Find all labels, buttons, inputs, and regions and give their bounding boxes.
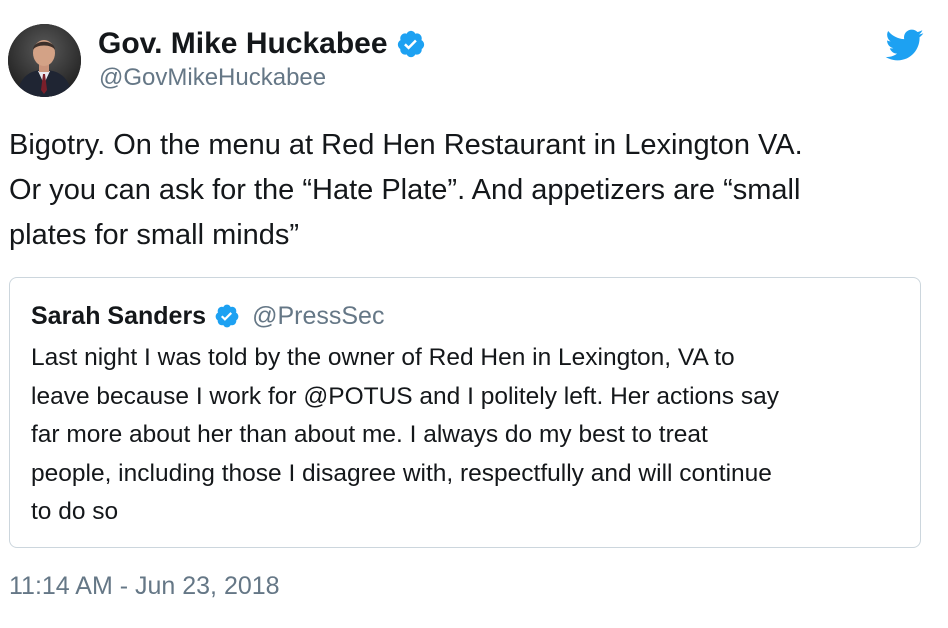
quoted-tweet-text-line: leave because I work for @POTUS and I po…: [31, 382, 779, 410]
tweet-timestamp[interactable]: 11:14 AM - Jun 23, 2018: [9, 572, 280, 601]
author-display-name[interactable]: Gov. Mike Huckabee: [98, 27, 388, 61]
verified-badge-icon: [214, 303, 240, 329]
profile-photo: [8, 24, 81, 97]
quoted-tweet-text-line: far more about her than about me. I alwa…: [31, 421, 708, 448]
quoted-author-display-name: Sarah Sanders: [31, 301, 207, 330]
tweet-text-line: plates for small minds”: [9, 219, 300, 251]
author-name-row: Gov. Mike Huckabee: [98, 24, 426, 64]
tweet-text: Bigotry. On the menu at Red Hen Restaura…: [9, 123, 934, 258]
quoted-tweet-header: Sarah Sanders @PressSec: [31, 298, 384, 334]
quoted-author-handle: @PressSec: [252, 301, 385, 330]
author-handle[interactable]: @GovMikeHuckabee: [99, 64, 326, 92]
quoted-tweet-text-line: to do so: [31, 498, 119, 525]
avatar[interactable]: [8, 24, 81, 97]
tweet-text-line: Bigotry. On the menu at Red Hen Restaura…: [9, 129, 803, 161]
verified-badge-icon: [396, 29, 426, 59]
quoted-tweet-text: Last night I was told by the owner of Re…: [31, 339, 911, 532]
twitter-bird-icon[interactable]: [884, 28, 924, 62]
quoted-tweet-card[interactable]: Sarah Sanders @PressSec Last night I was…: [9, 277, 921, 548]
quoted-tweet-text-line: people, including those I disagree with,…: [31, 459, 772, 487]
tweet-text-line: Or you can ask for the “Hate Plate”. And…: [9, 174, 801, 206]
quoted-tweet-text-line: Last night I was told by the owner of Re…: [31, 344, 735, 371]
